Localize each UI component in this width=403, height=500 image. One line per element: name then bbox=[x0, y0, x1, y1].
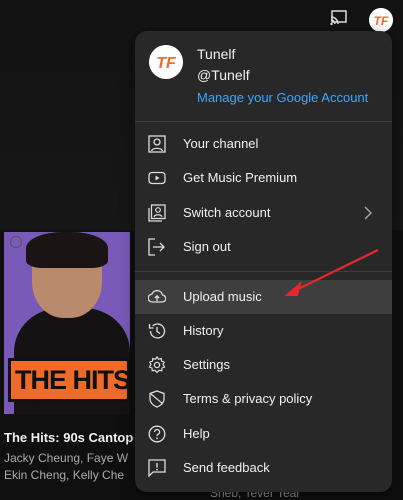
album-artists: Jacky Cheung, Faye W bbox=[4, 451, 129, 465]
manage-account-link[interactable]: Manage your Google Account bbox=[197, 90, 368, 105]
menu-divider bbox=[135, 121, 392, 122]
album-artwork[interactable]: THE HITS: 90S C bbox=[4, 232, 130, 414]
menu-item-get-music-premium[interactable]: Get Music Premium bbox=[135, 161, 392, 195]
menu-item-label: History bbox=[183, 323, 224, 338]
menu-item-terms-privacy[interactable]: Terms & privacy policy bbox=[135, 382, 392, 416]
menu-item-send-feedback[interactable]: Send feedback bbox=[135, 451, 392, 485]
menu-item-settings[interactable]: Settings bbox=[135, 348, 392, 382]
menu-item-upload-music[interactable]: Upload music bbox=[135, 280, 392, 314]
menu-item-label: Sign out bbox=[183, 239, 231, 254]
menu-item-label: Get Music Premium bbox=[183, 170, 298, 185]
menu-item-label: Upload music bbox=[183, 289, 262, 304]
avatar-logo-text: TF bbox=[374, 14, 389, 28]
menu-item-history[interactable]: History bbox=[135, 314, 392, 348]
album-art-text: THE HITS: 90S C bbox=[8, 358, 130, 402]
youtube-icon bbox=[148, 169, 166, 187]
svg-text:TF: TF bbox=[156, 55, 177, 72]
menu-item-label: Settings bbox=[183, 357, 230, 372]
menu-item-help[interactable]: Help bbox=[135, 417, 392, 451]
menu-item-sign-out[interactable]: Sign out bbox=[135, 230, 392, 264]
menu-item-label: Your channel bbox=[183, 136, 259, 151]
feedback-icon bbox=[148, 459, 166, 477]
menu-header: TF Tunelf @Tunelf Manage your Google Acc… bbox=[135, 31, 392, 121]
sign-out-icon bbox=[148, 238, 166, 256]
menu-item-label: Help bbox=[183, 426, 210, 441]
history-icon bbox=[148, 322, 166, 340]
menu-divider bbox=[135, 271, 392, 272]
menu-item-label: Terms & privacy policy bbox=[183, 391, 313, 406]
switch-account-icon bbox=[148, 204, 166, 222]
profile-name: Tunelf bbox=[197, 46, 236, 62]
menu-item-label: Send feedback bbox=[183, 460, 270, 475]
menu-item-switch-account[interactable]: Switch account bbox=[135, 196, 392, 230]
shield-icon bbox=[148, 390, 166, 408]
album-title[interactable]: The Hits: 90s Cantope bbox=[4, 430, 134, 445]
chevron-right-icon bbox=[363, 206, 373, 220]
upload-icon bbox=[148, 288, 166, 306]
album-badge-icon bbox=[10, 236, 22, 248]
cast-icon[interactable] bbox=[330, 10, 348, 26]
menu-item-label: Switch account bbox=[183, 205, 271, 220]
gear-icon bbox=[148, 356, 166, 374]
person-icon bbox=[148, 135, 166, 153]
profile-avatar: TF bbox=[149, 45, 183, 79]
account-menu: TF Tunelf @Tunelf Manage your Google Acc… bbox=[135, 31, 392, 492]
menu-item-your-channel[interactable]: Your channel bbox=[135, 127, 392, 161]
help-icon bbox=[148, 425, 166, 443]
album-artists-2: Ekin Cheng, Kelly Che bbox=[4, 468, 125, 482]
profile-handle: @Tunelf bbox=[197, 67, 250, 83]
account-avatar-button[interactable]: TF bbox=[369, 8, 393, 32]
